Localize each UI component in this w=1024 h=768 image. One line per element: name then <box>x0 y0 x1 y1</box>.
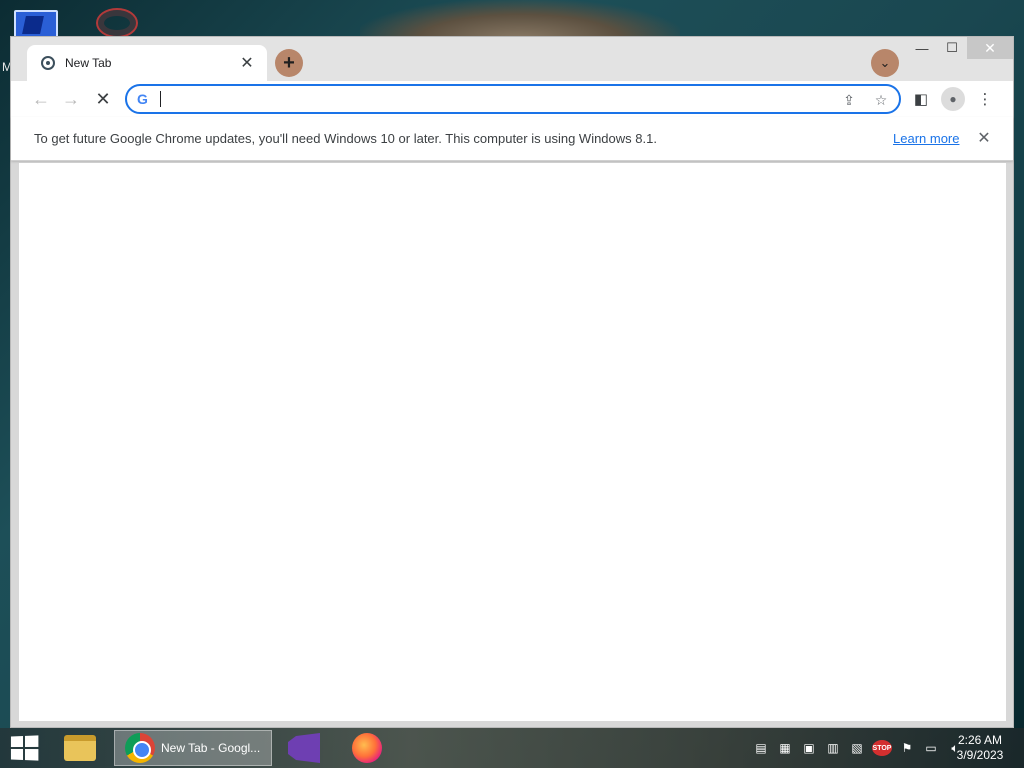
tab-new-tab[interactable]: New Tab ✕ <box>27 45 267 81</box>
infobar-close-icon[interactable]: ✕ <box>973 127 995 149</box>
desktop-computer-icon[interactable] <box>14 10 58 38</box>
network-icon[interactable]: ▭ <box>922 739 940 757</box>
google-icon: G <box>137 91 148 107</box>
taskbar-clock[interactable]: 2:26 AM 3/9/2023 <box>950 733 1010 763</box>
tab-title: New Tab <box>65 56 112 70</box>
desktop-app-icon[interactable] <box>96 8 138 38</box>
side-panel-icon[interactable]: ◧ <box>908 86 934 112</box>
loading-favicon-icon <box>41 56 55 70</box>
learn-more-link[interactable]: Learn more <box>893 131 959 146</box>
chrome-icon <box>125 733 155 763</box>
keyboard-icon[interactable]: ▣ <box>800 739 818 757</box>
window-controls: — ☐ ✕ <box>907 37 1013 59</box>
taskbar-file-explorer[interactable] <box>64 730 96 766</box>
system-tray: ▤ ▦ ▣ ▥ ▧ STOP ⚑ ▭ 🔈︎ <box>752 738 964 758</box>
update-infobar: To get future Google Chrome updates, you… <box>11 117 1013 161</box>
infobar-message: To get future Google Chrome updates, you… <box>34 131 657 146</box>
clock-time: 2:26 AM <box>957 733 1003 747</box>
network-activity-icon[interactable]: ▤ <box>752 739 770 757</box>
visual-studio-icon <box>288 733 320 763</box>
taskbar-visual-studio[interactable] <box>288 730 320 766</box>
chrome-window: New Tab ✕ + ⌄ — ☐ ✕ ← → ✕ G ⇪ ☆ ◧ ● ⋮ To… <box>10 36 1014 728</box>
taskbar-chrome-label: New Tab - Googl... <box>161 741 261 755</box>
page-content <box>19 163 1006 721</box>
tab-close-icon[interactable]: ✕ <box>237 53 257 73</box>
maximize-button[interactable]: ☐ <box>937 37 967 59</box>
more-menu-icon[interactable]: ⋮ <box>972 86 998 112</box>
browser-toolbar: ← → ✕ G ⇪ ☆ ◧ ● ⋮ <box>11 81 1013 117</box>
text-cursor <box>160 91 161 107</box>
forward-button[interactable]: → <box>57 85 85 113</box>
device-icon[interactable]: ▦ <box>776 739 794 757</box>
stop-badge-icon[interactable]: STOP <box>872 740 892 756</box>
bookmark-star-icon[interactable]: ☆ <box>871 90 891 110</box>
address-bar[interactable]: G ⇪ ☆ <box>125 84 901 114</box>
taskbar-chrome[interactable]: New Tab - Googl... <box>114 730 272 766</box>
back-button[interactable]: ← <box>27 85 55 113</box>
firefox-icon <box>352 733 382 763</box>
tab-search-button[interactable]: ⌄ <box>871 49 899 77</box>
language-icon[interactable]: ▥ <box>824 739 842 757</box>
taskbar-firefox[interactable] <box>352 730 382 766</box>
title-bar: New Tab ✕ + ⌄ — ☐ ✕ <box>11 37 1013 81</box>
folder-icon <box>64 735 96 761</box>
start-button[interactable] <box>10 735 39 761</box>
share-icon[interactable]: ⇪ <box>839 90 859 110</box>
media-icon[interactable]: ▧ <box>848 739 866 757</box>
wallpaper-detail <box>360 0 680 40</box>
action-center-flag-icon[interactable]: ⚑ <box>898 739 916 757</box>
profile-avatar-icon[interactable]: ● <box>941 87 965 111</box>
minimize-button[interactable]: — <box>907 37 937 59</box>
new-tab-button[interactable]: + <box>275 49 303 77</box>
chevron-down-icon: ⌄ <box>879 55 891 70</box>
taskbar: New Tab - Googl... ▤ ▦ ▣ ▥ ▧ STOP ⚑ ▭ 🔈︎… <box>0 728 1024 768</box>
clock-date: 3/9/2023 <box>956 748 1004 762</box>
close-button[interactable]: ✕ <box>967 37 1013 59</box>
stop-loading-button[interactable]: ✕ <box>89 85 117 113</box>
